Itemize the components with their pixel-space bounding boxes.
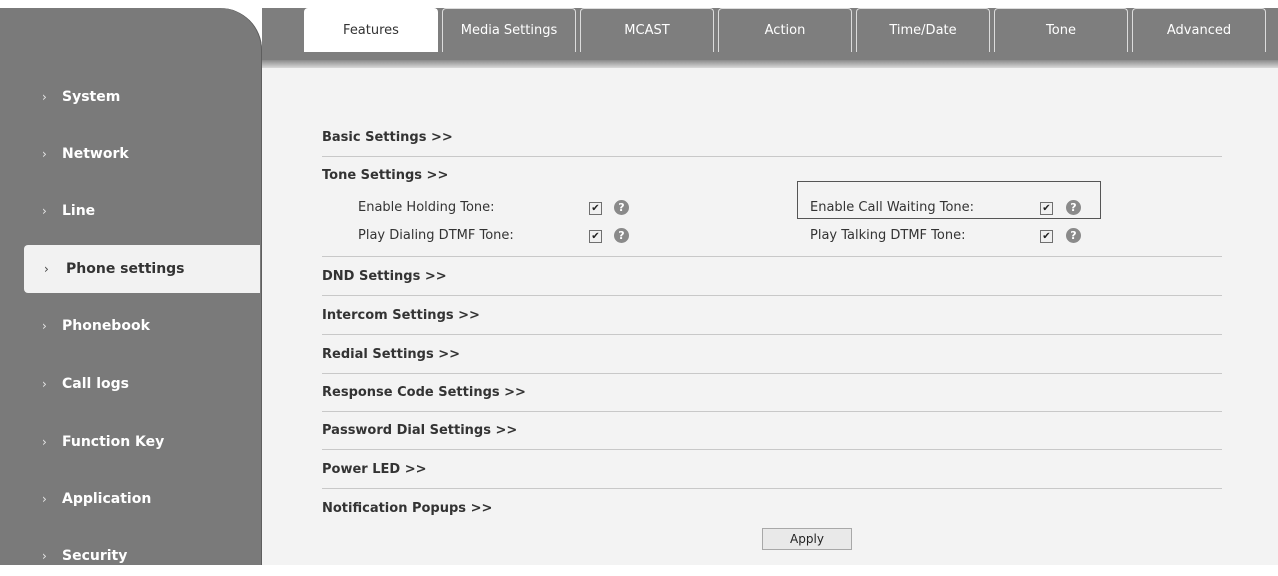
tab-label: Media Settings [460,23,558,38]
talking-dtmf-tone-checkbox[interactable]: ✔ [1040,230,1053,243]
sidebar-item-label: System [62,89,121,105]
dialing-dtmf-tone-label: Play Dialing DTMF Tone: [358,228,514,243]
tab-advanced[interactable]: Advanced [1132,8,1266,52]
help-icon[interactable]: ? [1066,200,1081,215]
chevron-right-icon: › [42,492,47,506]
section-title: DND Settings >> [322,268,447,284]
sidebar-item-phonebook[interactable]: › Phonebook [0,306,258,346]
chevron-right-icon: › [42,549,47,563]
tab-label: Advanced [1166,23,1232,38]
tab-label: Features [343,23,399,38]
section-dnd-settings[interactable]: DND Settings >> [322,257,1222,296]
chevron-right-icon: › [42,147,47,161]
apply-button[interactable]: Apply [762,528,852,550]
section-title: Basic Settings >> [322,129,453,145]
tab-label: MCAST [624,23,670,38]
section-password-dial-settings[interactable]: Password Dial Settings >> [322,411,1222,450]
chevron-right-icon: › [42,435,47,449]
tab-action[interactable]: Action [718,8,852,52]
sidebar-item-label: Phone settings [66,261,185,277]
chevron-right-icon: › [42,90,47,104]
help-icon[interactable]: ? [614,228,629,243]
tab-tone[interactable]: Tone [994,8,1128,52]
sidebar-item-label: Application [62,491,152,507]
sidebar-item-label: Call logs [62,376,129,392]
section-redial-settings[interactable]: Redial Settings >> [322,335,1222,374]
sidebar-item-call-logs[interactable]: › Call logs [0,364,258,404]
tab-label: Time/Date [889,23,957,38]
sidebar-item-network[interactable]: › Network [0,134,258,174]
sidebar-item-phone-settings[interactable]: › Phone settings [24,245,260,293]
chevron-right-icon: › [42,319,47,333]
sidebar-item-line[interactable]: › Line [0,191,258,231]
call-waiting-tone-label: Enable Call Waiting Tone: [810,200,975,215]
tab-time-date[interactable]: Time/Date [856,8,990,52]
holding-tone-label: Enable Holding Tone: [358,200,495,215]
help-icon[interactable]: ? [614,200,629,215]
sidebar-item-label: Network [62,146,129,162]
help-icon[interactable]: ? [1066,228,1081,243]
section-title: Power LED >> [322,461,427,477]
section-title: Response Code Settings >> [322,384,526,400]
section-title: Redial Settings >> [322,346,461,362]
holding-tone-checkbox[interactable]: ✔ [589,202,602,215]
section-intercom-settings[interactable]: Intercom Settings >> [322,296,1222,335]
section-power-led[interactable]: Power LED >> [322,450,1222,489]
chevron-right-icon: › [44,262,49,276]
section-notification-popups[interactable]: Notification Popups >> [322,489,1222,527]
sidebar-item-security[interactable]: › Security [0,536,258,576]
dialing-dtmf-tone-checkbox[interactable]: ✔ [589,230,602,243]
tab-media-settings[interactable]: Media Settings [442,8,576,52]
tab-label: Action [764,23,806,38]
talking-dtmf-tone-label: Play Talking DTMF Tone: [810,228,966,243]
section-response-code-settings[interactable]: Response Code Settings >> [322,373,1222,412]
section-title: Tone Settings >> [322,167,449,183]
section-basic-settings[interactable]: Basic Settings >> [322,118,1222,157]
section-title: Notification Popups >> [322,500,493,516]
section-title: Password Dial Settings >> [322,422,518,438]
chevron-right-icon: › [42,204,47,218]
call-waiting-tone-checkbox[interactable]: ✔ [1040,202,1053,215]
sidebar-item-label: Security [62,548,128,564]
sidebar-item-label: Line [62,203,96,219]
tab-mcast[interactable]: MCAST [580,8,714,52]
tab-features[interactable]: Features [304,8,438,52]
tab-label: Tone [1046,23,1076,38]
sidebar-item-application[interactable]: › Application [0,479,258,519]
section-title: Intercom Settings >> [322,307,480,323]
sidebar-item-label: Phonebook [62,318,150,334]
sidebar-item-label: Function Key [62,434,165,450]
tab-bar-divider [262,60,1278,68]
sidebar-item-system[interactable]: › System [0,77,258,117]
sidebar-item-function-key[interactable]: › Function Key [0,422,258,462]
chevron-right-icon: › [42,377,47,391]
